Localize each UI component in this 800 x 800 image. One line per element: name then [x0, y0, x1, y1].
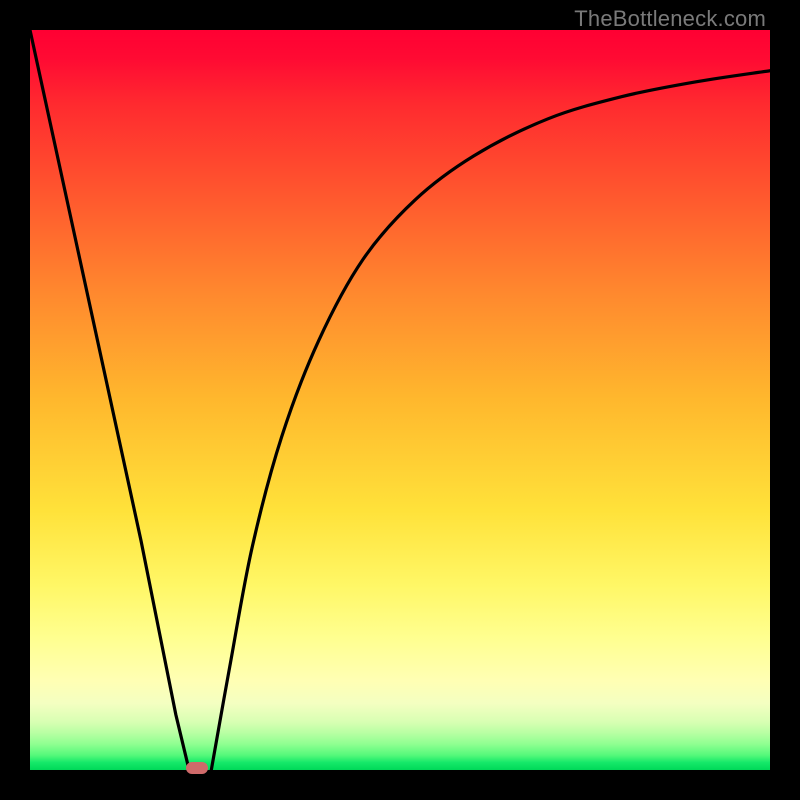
watermark-text: TheBottleneck.com: [574, 6, 766, 32]
chart-frame: TheBottleneck.com: [0, 0, 800, 800]
curve-svg: [30, 30, 770, 770]
plot-area: [30, 30, 770, 770]
curve-right-limb: [211, 71, 770, 770]
curve-left-limb: [30, 30, 189, 770]
minimum-marker: [186, 762, 208, 774]
